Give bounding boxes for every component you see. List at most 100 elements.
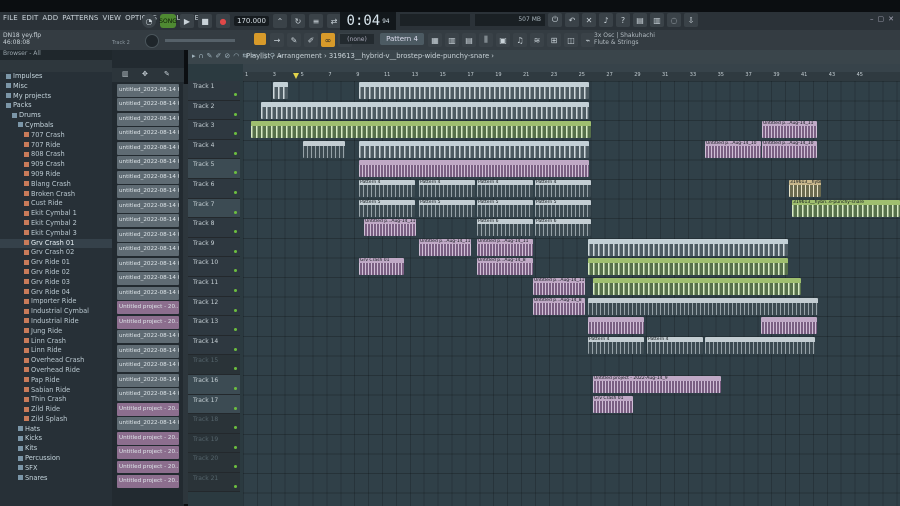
plugin-icon[interactable]: ♫ — [513, 33, 527, 47]
track-active-led[interactable] — [234, 249, 237, 253]
track-header[interactable]: Track 12 — [188, 296, 240, 317]
delete-tool-icon[interactable]: ⊘ — [224, 52, 230, 60]
menu-arrow-icon[interactable]: ▸ — [192, 52, 196, 60]
play-button[interactable]: ▶ — [180, 14, 194, 28]
browser-sample[interactable]: Thin Crash — [0, 395, 112, 405]
browser-sample[interactable]: Sabian Ride — [0, 386, 112, 396]
track-header[interactable]: Track 4 — [188, 139, 240, 160]
browser-sample[interactable]: Linn Ride — [0, 346, 112, 356]
move-icon[interactable]: ✥ — [142, 70, 148, 78]
playlist-clip[interactable]: Grv Crash 01 — [593, 395, 633, 413]
piano-roll-icon[interactable]: ▥ — [445, 33, 459, 47]
track-active-led[interactable] — [234, 308, 237, 312]
playlist-clip[interactable] — [588, 258, 788, 276]
track-active-led[interactable] — [234, 367, 237, 371]
song-mode-toggle[interactable]: SONG — [159, 14, 177, 28]
track-active-led[interactable] — [234, 445, 237, 449]
track-active-led[interactable] — [234, 112, 237, 116]
menu-patterns[interactable]: PATTERNS — [62, 14, 98, 22]
track-header[interactable]: Track 21 — [188, 472, 240, 493]
menu-view[interactable]: VIEW — [102, 14, 121, 22]
channel-item[interactable]: untitled_2022-08-14 05- — [117, 272, 179, 286]
browser-sample[interactable]: Grv Crash 02 — [0, 248, 112, 258]
playlist-clip[interactable]: Pattern 5 — [477, 199, 533, 217]
track-header[interactable]: Track 11 — [188, 276, 240, 297]
browser-sample[interactable]: Broken Crash — [0, 190, 112, 200]
playlist-clip[interactable] — [261, 101, 589, 119]
playlist-clip[interactable]: Pattern 4 — [647, 336, 703, 354]
playlist-clip[interactable]: Pattern 5 — [535, 199, 591, 217]
channel-item[interactable]: Untitled project - 20... — [117, 446, 179, 459]
song-position-display[interactable]: 0:04 94 — [340, 12, 396, 30]
track-active-led[interactable] — [234, 465, 237, 469]
playlist-clip[interactable] — [359, 82, 589, 99]
track-active-led[interactable] — [234, 426, 237, 430]
browser-folder[interactable]: Hats — [0, 425, 112, 435]
playhead-marker[interactable] — [293, 73, 299, 79]
browser-sample[interactable]: Grv Crash 01 — [0, 238, 112, 249]
channel-item[interactable]: untitled_2022-08-14 05- — [117, 373, 179, 387]
browser-sample[interactable]: Grv Ride 02 — [0, 268, 112, 278]
channel-item[interactable]: untitled_2022-08-14 05- — [117, 170, 179, 184]
playlist-clip[interactable]: Pattern 4 — [477, 180, 533, 197]
channel-item[interactable]: Untitled project - 20... — [117, 475, 179, 488]
browser-sample[interactable]: Ekit Cymbal 1 — [0, 209, 112, 219]
tempo-tap-icon[interactable]: ⌁ — [581, 33, 595, 47]
playlist-clip[interactable]: Pattern 4 — [359, 180, 415, 197]
channel-item[interactable]: untitled_2022-08-14 05- — [117, 199, 179, 213]
menu-file[interactable]: FILE — [3, 14, 18, 22]
track-active-led[interactable] — [234, 210, 237, 214]
tempo-display[interactable]: 170.000 — [234, 16, 269, 26]
microphone-icon[interactable]: ♪ — [599, 13, 613, 27]
power-icon[interactable]: ⏻ — [548, 13, 562, 27]
snap-icon[interactable] — [254, 33, 266, 45]
close-window-icon[interactable]: ✕ — [888, 15, 894, 23]
track-header[interactable]: Track 14 — [188, 335, 240, 356]
blend-notes-icon[interactable]: ⇄ — [326, 14, 341, 28]
draw-icon[interactable]: ✎ — [287, 33, 301, 47]
playlist-clip[interactable]: Untitled p...Aug-14_11 — [419, 238, 471, 256]
paint-tool-icon[interactable]: ✐ — [216, 52, 222, 60]
track-header[interactable]: Track 13 — [188, 316, 240, 336]
browser-sample[interactable]: 707 Crash — [0, 131, 112, 141]
playlist-clip[interactable]: Pattern 6 — [535, 219, 591, 237]
track-header[interactable]: Track 3 — [188, 120, 240, 140]
browser-sample[interactable]: Zild Splash — [0, 415, 112, 425]
browser-folder[interactable]: Snares — [0, 474, 112, 484]
browser-sample[interactable]: 909 Ride — [0, 170, 112, 180]
playlist-clip[interactable]: Untitled p...Aug-14_10 — [762, 140, 817, 158]
track-active-led[interactable] — [234, 406, 237, 410]
playlist-clip[interactable]: Untitled p...Aug-14_8 — [477, 258, 533, 276]
channel-item[interactable]: untitled_2022-08-14 05- — [117, 84, 179, 97]
channel-item[interactable]: Untitled project - 20... — [117, 301, 179, 315]
track-header[interactable]: Track 7 — [188, 198, 240, 219]
channel-item[interactable]: untitled_2022-08-14 05- — [117, 243, 179, 257]
track-active-led[interactable] — [234, 132, 237, 136]
horizontal-scrollbar[interactable] — [243, 64, 900, 72]
chat-icon[interactable]: ◌ — [667, 13, 681, 27]
track-active-led[interactable] — [234, 190, 237, 194]
track-header[interactable]: Track 15 — [188, 355, 240, 375]
playlist-clip[interactable]: 319613__hybri..e-punchy-snare — [789, 180, 821, 197]
channel-item[interactable]: untitled_2022-08-14 05- — [117, 156, 179, 170]
track-header[interactable]: Track 9 — [188, 237, 240, 258]
track-header[interactable]: Track 16 — [188, 374, 240, 395]
browser-sample[interactable]: 909 Crash — [0, 160, 112, 170]
envelope-icon[interactable]: ≋ — [530, 33, 544, 47]
timeline-ruler[interactable]: 1 3 5 7 9 11 13 15 17 19 21 23 25 27 29 31 33 35 37 39 41 43 4… — [243, 72, 900, 81]
browser-sample[interactable]: Overhead Ride — [0, 366, 112, 376]
metronome-icon[interactable]: ⌃ — [272, 14, 287, 28]
browser-sample[interactable]: 707 Ride — [0, 141, 112, 151]
track-header[interactable]: Track 1 — [188, 81, 240, 101]
template-icon[interactable]: ◫ — [564, 33, 578, 47]
browser-sample[interactable]: Importer Ride — [0, 297, 112, 307]
channel-item[interactable]: untitled_2022-08-14 05- — [117, 388, 179, 402]
playlist-clip[interactable]: 319613__hybri..e-punchy-snare — [792, 199, 900, 217]
browser-window-icon[interactable]: ▣ — [496, 33, 510, 47]
help-icon[interactable]: ? — [616, 13, 630, 27]
magnet-tool-icon[interactable]: ∩ — [199, 52, 204, 60]
playlist-clip[interactable]: Pattern 4 — [419, 180, 475, 197]
browser-sample[interactable]: Grv Ride 03 — [0, 278, 112, 288]
channel-item[interactable]: untitled_2022-08-14 05- — [117, 185, 179, 199]
channel-item[interactable]: Untitled project - 20... — [117, 431, 179, 445]
